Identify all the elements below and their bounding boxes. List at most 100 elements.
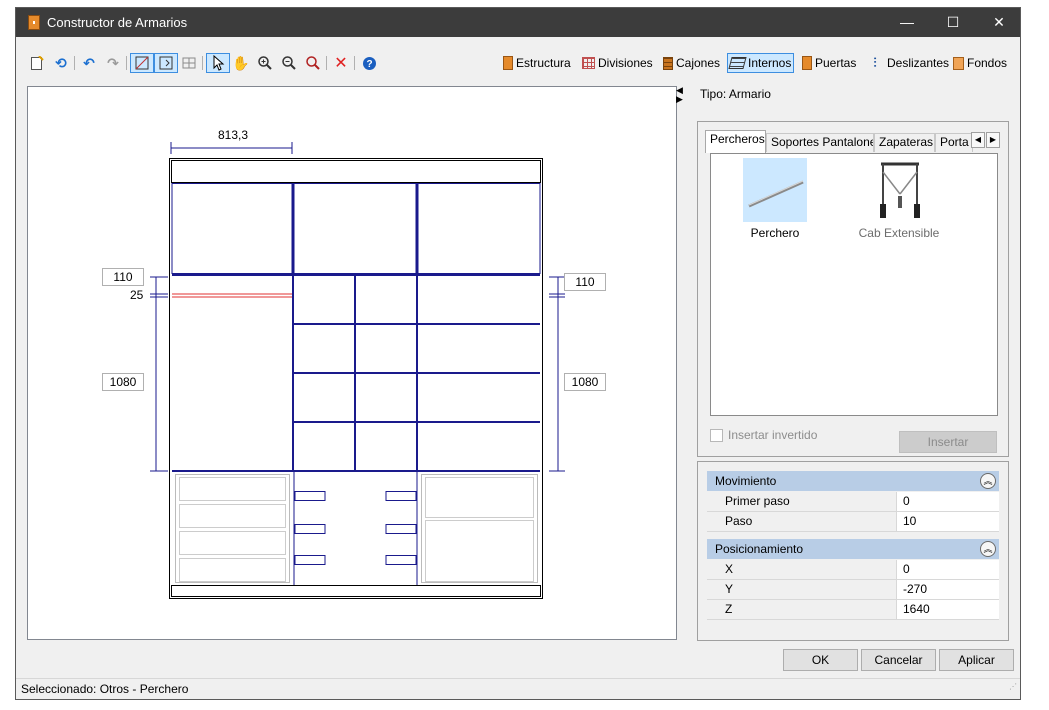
- panel-toggle-arrows[interactable]: ◀ ▶: [676, 86, 686, 104]
- collapse-chevron-icon[interactable]: ︽: [980, 473, 996, 489]
- pullout-right-2[interactable]: [385, 524, 417, 534]
- scroll-left-icon: ◀: [974, 135, 982, 144]
- svg-text:?: ?: [366, 59, 372, 70]
- pointer-icon: [209, 54, 227, 72]
- prop-value[interactable]: 0: [903, 560, 910, 579]
- drawer-unit-left[interactable]: [175, 474, 290, 583]
- prop-value[interactable]: 0: [903, 492, 910, 511]
- prop-row-z[interactable]: Z 1640: [707, 600, 999, 620]
- select-button[interactable]: [206, 53, 230, 73]
- toolbar: ⟲ ↶ ↷ ✋ ✕ ? Estructura Divisiones Cajone…: [16, 51, 1020, 77]
- prop-value[interactable]: 10: [903, 512, 916, 531]
- tab-zapateras[interactable]: Zapateras: [874, 133, 935, 152]
- prop-row-primer-paso[interactable]: Primer paso 0: [707, 492, 999, 512]
- zoom-in-button[interactable]: [254, 53, 276, 73]
- door-icon: [503, 56, 513, 70]
- left-upper-dimension-input[interactable]: 110: [102, 268, 144, 286]
- left-offset-dimension-label: 25: [130, 288, 144, 302]
- section-posicionamiento-title: Posicionamiento: [715, 542, 804, 556]
- prop-row-paso[interactable]: Paso 10: [707, 512, 999, 532]
- close-button[interactable]: ✕: [976, 8, 1022, 37]
- ok-button[interactable]: OK: [783, 649, 858, 671]
- redo-icon: ↷: [107, 54, 119, 71]
- resize-grip-icon[interactable]: ⋰: [1009, 677, 1017, 697]
- category-deslizantes[interactable]: ⫶ Deslizantes: [864, 53, 951, 73]
- table-grid-icon: [180, 54, 198, 72]
- view-frame-icon: [133, 54, 151, 72]
- top-panel[interactable]: [171, 160, 541, 183]
- category-divisiones-label: Divisiones: [598, 56, 653, 70]
- help-button[interactable]: ?: [358, 53, 380, 73]
- compartment-top-left[interactable]: [171, 183, 293, 274]
- left-height-dimension-input[interactable]: 1080: [102, 373, 144, 391]
- redo-button[interactable]: ↷: [102, 53, 124, 73]
- accessory-list: Perchero Cab Extensible: [710, 153, 998, 416]
- tab-porta[interactable]: Porta C: [935, 133, 973, 152]
- zoom-fit-button[interactable]: [302, 53, 324, 73]
- window-title: Constructor de Armarios: [47, 15, 188, 30]
- cancel-button[interactable]: Cancelar: [861, 649, 936, 671]
- drawer-left-2[interactable]: [179, 504, 286, 528]
- category-puertas[interactable]: Puertas: [800, 53, 858, 73]
- category-estructura[interactable]: Estructura: [501, 53, 573, 73]
- tab-scroll-right-button[interactable]: ▶: [986, 132, 1000, 148]
- drawing-canvas[interactable]: 813,3 110 25 1080 110 1080: [27, 86, 677, 640]
- new-document-icon: [28, 54, 46, 72]
- collapse-chevron-icon[interactable]: ︽: [980, 541, 996, 557]
- drawer-right-2[interactable]: [425, 520, 534, 582]
- tab-soportes-pantalones[interactable]: Soportes Pantalones: [766, 133, 874, 152]
- category-internos[interactable]: Internos: [727, 53, 795, 73]
- zoom-out-button[interactable]: [278, 53, 300, 73]
- undo-button[interactable]: ↶: [78, 53, 100, 73]
- category-fondos[interactable]: Fondos: [951, 53, 1009, 73]
- list-item-perchero[interactable]: Perchero: [725, 158, 825, 240]
- prop-row-y[interactable]: Y -270: [707, 580, 999, 600]
- compartment-top-right[interactable]: [417, 183, 541, 274]
- wardrobe-drawing[interactable]: [28, 87, 676, 639]
- delete-button[interactable]: ✕: [330, 53, 352, 73]
- wardrobe-app-icon: [28, 15, 40, 30]
- section-posicionamiento[interactable]: Posicionamiento ︽: [707, 539, 999, 559]
- right-height-dimension-input[interactable]: 1080: [564, 373, 606, 391]
- refresh-button[interactable]: ⟲: [50, 53, 72, 73]
- drawer-left-3[interactable]: [179, 531, 286, 555]
- category-cajones[interactable]: Cajones: [661, 53, 722, 73]
- prop-row-x[interactable]: X 0: [707, 560, 999, 580]
- prop-value[interactable]: 1640: [903, 600, 930, 619]
- category-cajones-label: Cajones: [676, 56, 721, 70]
- plinth[interactable]: [171, 585, 541, 597]
- list-item-cab-extensible[interactable]: Cab Extensible: [849, 158, 949, 240]
- minimize-button[interactable]: —: [884, 8, 930, 37]
- right-upper-dimension-input[interactable]: 110: [564, 273, 606, 291]
- pullout-right-3[interactable]: [385, 555, 417, 565]
- sliding-icon: ⫶: [873, 55, 877, 70]
- delete-x-icon: ✕: [334, 55, 348, 72]
- maximize-button[interactable]: ☐: [930, 8, 976, 37]
- tab-percheros[interactable]: Percheros: [705, 130, 766, 153]
- prop-value[interactable]: -270: [903, 580, 927, 599]
- apply-button[interactable]: Aplicar: [939, 649, 1014, 671]
- new-button[interactable]: [26, 53, 48, 73]
- tab-scroll-left-button[interactable]: ◀: [971, 132, 985, 148]
- pullout-left-2[interactable]: [294, 524, 326, 534]
- drawer-left-1[interactable]: [179, 477, 286, 501]
- drawer-left-4[interactable]: [179, 558, 286, 582]
- grid-icon: [582, 57, 595, 69]
- drawer-unit-right[interactable]: [421, 474, 538, 583]
- insert-inverted-row[interactable]: Insertar invertido: [710, 428, 817, 442]
- drawer-right-1[interactable]: [425, 477, 534, 518]
- view-mode-a-button[interactable]: [130, 53, 154, 73]
- pullout-left-3[interactable]: [294, 555, 326, 565]
- insert-inverted-checkbox[interactable]: [710, 428, 723, 442]
- view-grid-button[interactable]: [178, 53, 200, 73]
- view-mode-b-button[interactable]: [154, 53, 178, 73]
- category-divisiones[interactable]: Divisiones: [580, 53, 655, 73]
- pan-button[interactable]: ✋: [230, 53, 252, 73]
- insert-button[interactable]: Insertar: [899, 431, 997, 453]
- pullout-left-1[interactable]: [294, 491, 326, 501]
- main-window: Constructor de Armarios — ☐ ✕ ⟲ ↶ ↷ ✋ ✕ …: [15, 7, 1021, 700]
- pullout-right-1[interactable]: [385, 491, 417, 501]
- section-movimiento[interactable]: Movimiento ︽: [707, 471, 999, 491]
- compartment-top-center[interactable]: [293, 183, 417, 274]
- zoom-out-icon: [280, 54, 298, 72]
